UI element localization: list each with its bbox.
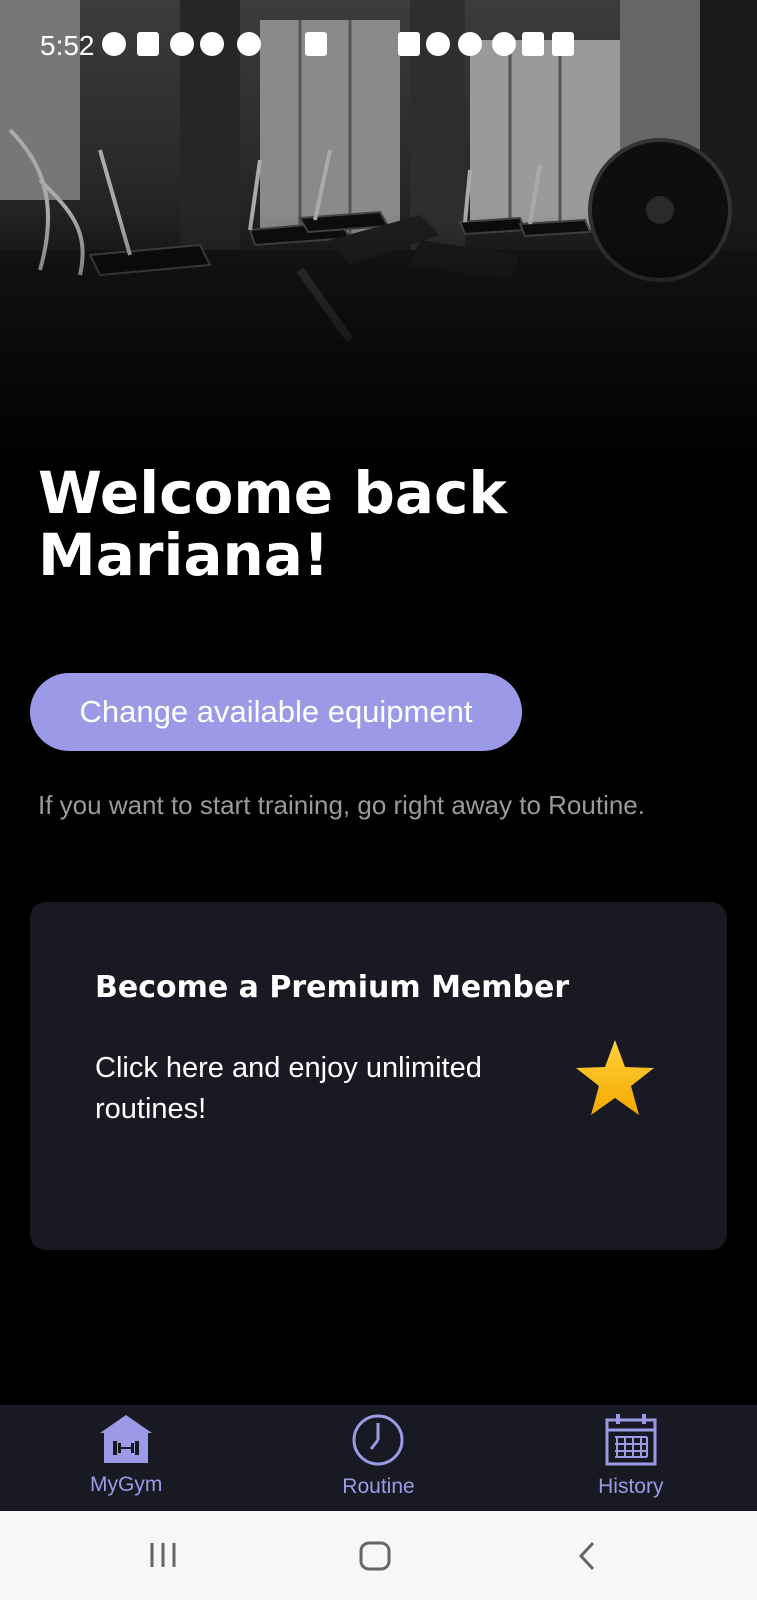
battery-icon — [552, 32, 574, 56]
status-bar: 5:52 — [0, 24, 757, 68]
signal-icon — [522, 32, 544, 56]
back-icon[interactable] — [575, 1541, 599, 1571]
system-navigation-bar — [0, 1511, 757, 1600]
status-time: 5:52 — [40, 30, 95, 61]
nav-label-mygym: MyGym — [90, 1473, 163, 1496]
nav-item-history[interactable]: History — [505, 1405, 757, 1511]
app-notification-icon — [200, 32, 224, 56]
welcome-title: Welcome back Mariana! — [38, 462, 718, 586]
premium-title: Become a Premium Member — [95, 970, 570, 1005]
gym-home-icon — [100, 1415, 153, 1463]
alarm-icon — [426, 32, 450, 56]
bottom-navigation: MyGym Routine History — [0, 1405, 757, 1511]
premium-description: Click here and enjoy unlimited routines! — [95, 1052, 482, 1125]
change-equipment-button[interactable]: Change available equipment — [30, 673, 522, 751]
nav-item-mygym[interactable]: MyGym — [0, 1405, 252, 1511]
nav-label-routine: Routine — [342, 1475, 415, 1498]
whatsapp-icon — [102, 32, 126, 56]
wifi-icon — [492, 32, 516, 56]
hero-gym-image: 5:52 — [0, 0, 757, 470]
home-icon[interactable] — [359, 1541, 391, 1571]
nav-label-history: History — [598, 1475, 664, 1498]
premium-card[interactable]: Become a Premium Member Click here and e… — [30, 902, 727, 1250]
battery-saver-icon — [398, 32, 420, 56]
clock-icon — [352, 1414, 404, 1466]
notification-icon — [237, 32, 261, 56]
welcome-line-1: Welcome back — [38, 459, 507, 527]
photo-icon — [305, 32, 327, 56]
calendar-icon — [605, 1414, 657, 1466]
welcome-user-name: Mariana! — [38, 521, 330, 589]
facebook-icon — [170, 32, 194, 56]
recent-apps-icon[interactable] — [148, 1541, 178, 1569]
star-icon — [576, 1040, 654, 1115]
routine-hint: If you want to start training, go right … — [38, 790, 645, 820]
mute-icon — [458, 32, 482, 56]
nav-item-routine[interactable]: Routine — [252, 1405, 504, 1511]
chat-icon — [137, 32, 159, 56]
